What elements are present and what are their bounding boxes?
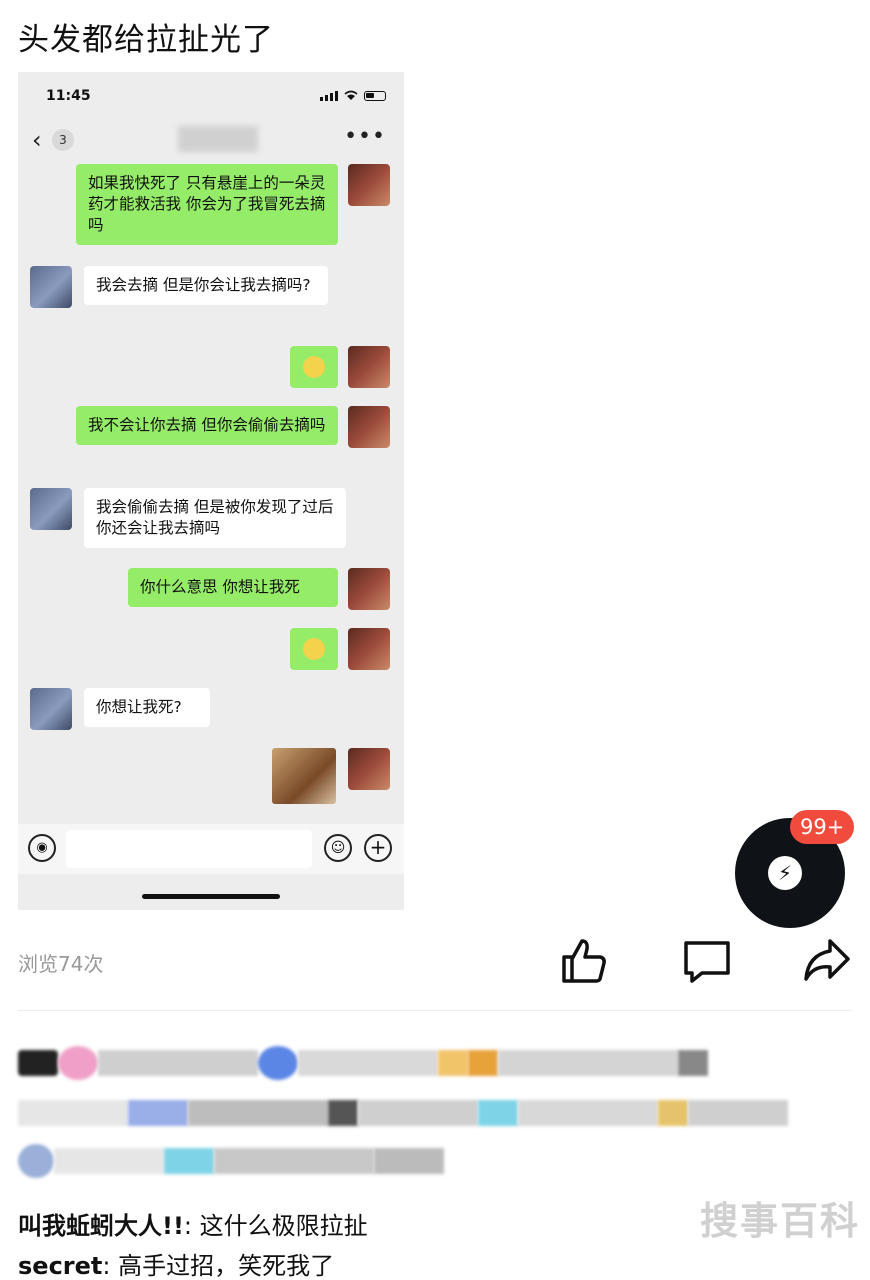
blurred-comment-row bbox=[18, 1144, 818, 1178]
other-avatar bbox=[30, 488, 72, 530]
comment-icon[interactable] bbox=[682, 935, 732, 985]
self-avatar bbox=[348, 346, 390, 388]
status-bar: 11:45 bbox=[18, 72, 404, 118]
notification-badge: 99+ bbox=[790, 810, 855, 844]
status-icons bbox=[320, 90, 386, 101]
signal-icon bbox=[320, 90, 338, 101]
battery-icon bbox=[364, 90, 386, 101]
chat-message: 我不会让你去摘 但你会偷偷去摘吗 bbox=[76, 406, 338, 445]
chat-message-emoji bbox=[290, 346, 338, 388]
watermark: 搜事百科 bbox=[700, 1199, 861, 1243]
blurred-likes-row bbox=[18, 1046, 818, 1080]
grin-emoji bbox=[303, 356, 325, 378]
chat-input-bar: ◉ ☺ + bbox=[18, 824, 404, 874]
comment-author[interactable]: secret bbox=[18, 1252, 102, 1280]
thumbs-up-icon[interactable] bbox=[558, 935, 608, 985]
home-indicator bbox=[142, 894, 280, 899]
lightning-chat-icon: ⚡ bbox=[768, 856, 802, 890]
chat-message: 我会去摘 但是你会让我去摘吗? bbox=[84, 266, 328, 305]
share-icon[interactable] bbox=[802, 935, 852, 985]
jerry-mouse-sticker bbox=[272, 748, 336, 804]
self-avatar bbox=[348, 406, 390, 448]
chat-message-emoji bbox=[290, 628, 338, 670]
unread-badge: 3 bbox=[52, 129, 74, 151]
comment-item: secret: 高手过招，笑死我了 bbox=[18, 1246, 334, 1280]
chat-message: 你什么意思 你想让我死 bbox=[128, 568, 338, 607]
message-input[interactable] bbox=[66, 830, 312, 868]
self-avatar bbox=[348, 628, 390, 670]
comment-text: : 这什么极限拉扯 bbox=[183, 1212, 368, 1240]
emoji-icon[interactable]: ☺ bbox=[324, 834, 352, 862]
comment-text: : 高手过招，笑死我了 bbox=[102, 1252, 335, 1280]
other-avatar bbox=[30, 688, 72, 730]
status-time: 11:45 bbox=[46, 88, 91, 104]
divider bbox=[18, 1010, 852, 1011]
comment-item: 叫我蚯蚓大人!!: 这什么极限拉扯 bbox=[18, 1206, 368, 1241]
chat-message: 如果我快死了 只有悬崖上的一朵灵药才能救活我 你会为了我冒死去摘吗 bbox=[76, 164, 338, 245]
other-avatar bbox=[30, 266, 72, 308]
back-icon[interactable]: ‹ bbox=[32, 126, 42, 154]
comment-author[interactable]: 叫我蚯蚓大人!! bbox=[18, 1212, 184, 1240]
view-count: 浏览74次 bbox=[18, 952, 104, 976]
voice-icon[interactable]: ◉ bbox=[28, 834, 56, 862]
blurred-comment-row bbox=[18, 1096, 818, 1130]
self-avatar bbox=[348, 568, 390, 610]
wifi-icon bbox=[344, 90, 358, 100]
self-avatar bbox=[348, 748, 390, 790]
post-title: 头发都给拉扯光了 bbox=[18, 22, 274, 58]
chat-contact-name-blurred bbox=[178, 126, 258, 152]
chat-message: 我会偷偷去摘 但是被你发现了过后你还会让我去摘吗 bbox=[84, 488, 346, 548]
more-icon[interactable]: ••• bbox=[344, 124, 386, 149]
chat-message: 你想让我死? bbox=[84, 688, 210, 727]
chat-screenshot: 11:45 ‹ 3 ••• 如果我快死了 只有悬崖上的一朵灵药才能救活我 你会为… bbox=[18, 72, 404, 910]
chat-header: ‹ 3 ••• bbox=[18, 120, 404, 160]
self-avatar bbox=[348, 164, 390, 206]
plus-icon[interactable]: + bbox=[364, 834, 392, 862]
grin-emoji bbox=[303, 638, 325, 660]
